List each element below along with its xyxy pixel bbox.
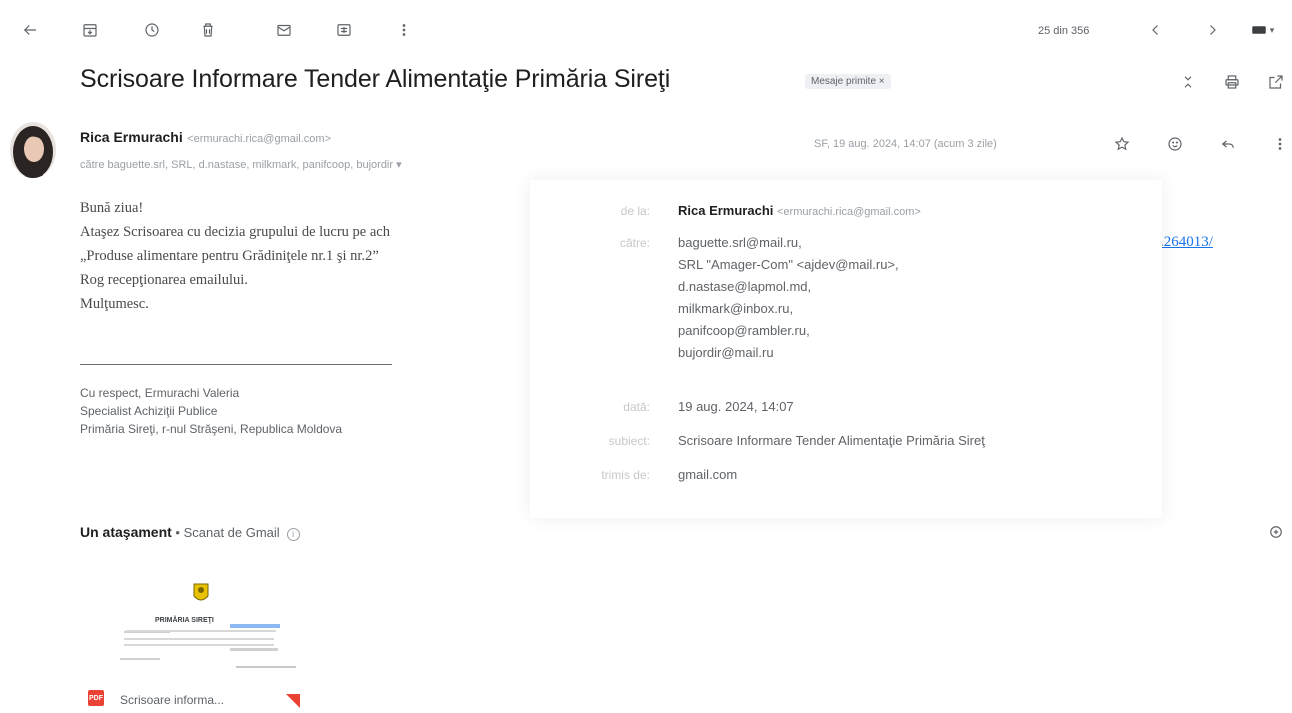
email-subject: Scrisoare Informare Tender Alimentaţie P…: [80, 65, 671, 93]
details-date-value: 19 aug. 2024, 14:07: [678, 399, 794, 414]
recipient-item: SRL "Amager-Com" <ajdev@mail.ru>,: [678, 257, 899, 272]
recipient-item: bujordir@mail.ru: [678, 345, 774, 360]
sender-email: <ermurachi.rica@gmail.com>: [187, 133, 331, 145]
open-new-window-icon[interactable]: [1264, 70, 1288, 94]
keyboard-icon[interactable]: ▾: [1242, 18, 1282, 42]
snooze-clock-icon[interactable]: [140, 18, 164, 42]
info-icon[interactable]: i: [286, 528, 300, 541]
recipient-item: baguette.srl@mail.ru,: [678, 235, 802, 250]
collapse-all-icon[interactable]: [1176, 70, 1200, 94]
body-line: Rog recepţionarea emailului.: [80, 272, 248, 288]
details-to-list: baguette.srl@mail.ru, SRL "Amager-Com" <…: [678, 232, 899, 364]
attachments-count: Un ataşament: [80, 524, 172, 540]
details-subject-label: subiect:: [608, 434, 650, 448]
avatar[interactable]: [10, 122, 56, 178]
message-details-popup: de la: Rica Ermurachi <ermurachi.rica@gm…: [530, 180, 1162, 518]
chevron-left-icon[interactable]: [1144, 18, 1168, 42]
attachment-thumbnail[interactable]: PRIMĂRIA SIREŢI PDF Scrisoare informa...: [80, 562, 320, 713]
back-arrow-icon[interactable]: [18, 18, 42, 42]
thumbnail-header: PRIMĂRIA SIREŢI: [155, 617, 214, 624]
sender-name[interactable]: Rica Ermurachi: [80, 129, 183, 145]
attachment-file-name: Scrisoare informa...: [120, 693, 225, 707]
signature-divider: [80, 364, 392, 365]
archive-icon[interactable]: [78, 18, 102, 42]
details-subject-value: Scrisoare Informare Tender Alimentaţie P…: [678, 433, 985, 448]
sent-date: SF, 19 aug. 2024, 14:07 (acum 3 zile): [814, 138, 997, 150]
delete-trash-icon[interactable]: [196, 18, 220, 42]
signature-line: Primăria Sireţi, r-nul Străşeni, Republi…: [80, 422, 343, 436]
chevron-right-icon[interactable]: [1200, 18, 1224, 42]
details-from-email: <ermurachi.rica@gmail.com>: [777, 206, 921, 218]
details-date-label: dată:: [623, 400, 650, 414]
details-from-label: de la:: [620, 204, 650, 218]
more-vert-icon[interactable]: [392, 18, 416, 42]
emoji-reaction-icon[interactable]: [1163, 132, 1187, 156]
details-mailedby-value: gmail.com: [678, 467, 738, 482]
move-to-label-icon[interactable]: [332, 18, 356, 42]
print-icon[interactable]: [1220, 70, 1244, 94]
signature: Cu respect, Ermurachi Valeria Specialist…: [80, 384, 342, 438]
body-line: Ataşez Scrisoarea cu decizia grupului de…: [80, 224, 390, 240]
mark-unread-mail-icon[interactable]: [272, 18, 296, 42]
attachment-corner-fold: [286, 694, 300, 708]
details-from-value: Rica Ermurachi <ermurachi.rica@gmail.com…: [678, 200, 921, 223]
body-line: Mulţumesc.: [80, 296, 149, 312]
attachments-header: Un ataşament • Scanat de Gmail i: [80, 524, 300, 541]
body-line: Bună ziua!: [80, 200, 144, 216]
body-link[interactable]: .264013/: [1160, 234, 1213, 251]
details-to-label: către:: [619, 236, 650, 250]
message-count: 25 din 356: [1038, 25, 1090, 37]
scanned-by-gmail: • Scanat de Gmail: [171, 525, 280, 540]
recipient-item: milkmark@inbox.ru,: [678, 301, 794, 316]
more-vert-icon[interactable]: [1268, 132, 1292, 156]
details-mailedby-label: trimis de:: [601, 468, 650, 482]
recipients-summary[interactable]: către baguette.srl, SRL, d.nastase, milk…: [80, 158, 402, 171]
recipient-item: panifcoop@rambler.ru,: [678, 323, 810, 338]
signature-line: Specialist Achiziţii Publice: [80, 404, 218, 418]
add-to-drive-icon[interactable]: [1264, 520, 1288, 544]
email-body: Bună ziua! Ataşez Scrisoarea cu decizia …: [80, 196, 390, 316]
reply-icon[interactable]: [1216, 132, 1240, 156]
pdf-file-icon: PDF: [88, 690, 104, 706]
details-from-name: Rica Ermurachi: [678, 203, 774, 218]
recipient-item: d.nastase@lapmol.md,: [678, 279, 812, 294]
star-icon[interactable]: [1110, 132, 1134, 156]
sender-line: Rica Ermurachi <ermurachi.rica@gmail.com…: [80, 129, 331, 147]
signature-line: Cu respect, Ermurachi Valeria: [80, 386, 240, 400]
body-line: „Produse alimentare pentru Grădiniţele n…: [80, 248, 379, 264]
inbox-label-chip[interactable]: Mesaje primite ×: [805, 74, 891, 89]
